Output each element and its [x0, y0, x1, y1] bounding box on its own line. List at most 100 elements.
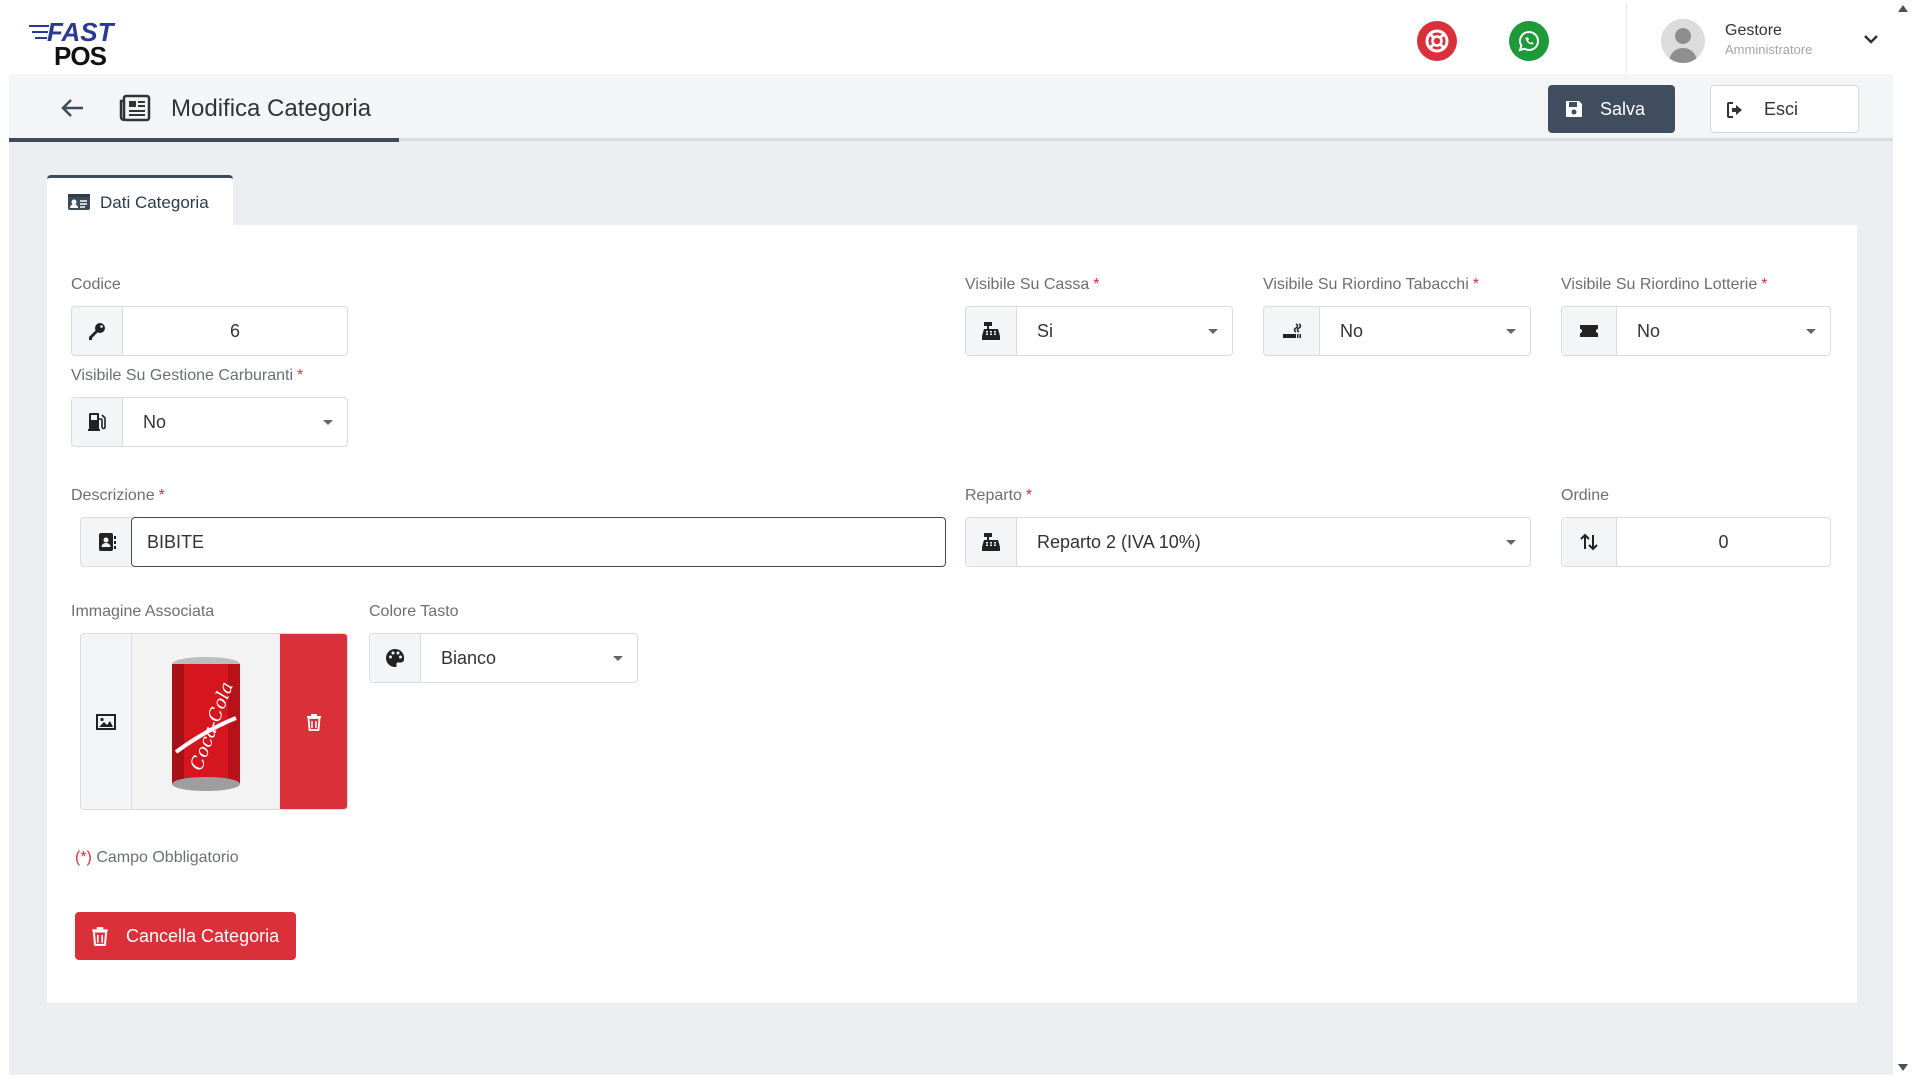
visibile-tabacchi-value: No [1340, 320, 1364, 341]
visibile-cassa-label: Visibile Su Cassa * [965, 276, 1100, 293]
immagine-field: Coca-Cola [80, 633, 348, 810]
page-title: Modifica Categoria [171, 95, 372, 122]
codice-addon [72, 307, 123, 355]
trash-icon [92, 927, 108, 946]
ordine-label: Ordine [1561, 487, 1610, 504]
palette-icon [386, 648, 405, 667]
cash-register-icon [982, 533, 1000, 551]
title-underline [9, 138, 399, 142]
cola-can-image[interactable]: Coca-Cola [132, 634, 280, 809]
exit-label: Esci [1764, 98, 1799, 119]
caret-down-icon [1806, 329, 1816, 334]
tab-dati-categoria[interactable]: Dati Categoria [47, 175, 233, 227]
caret-down-icon [1506, 540, 1516, 545]
visibile-tabacchi-value-box[interactable]: No [1320, 307, 1530, 355]
visibile-carburanti-value-box[interactable]: No [123, 398, 347, 446]
visibile-cassa-value-box[interactable]: Si [1017, 307, 1232, 355]
ordine-input[interactable]: 0 [1617, 518, 1830, 566]
visibile-carburanti-addon [72, 398, 123, 446]
descrizione-addon [80, 517, 132, 567]
footnote-text: Campo Obbligatorio [91, 849, 239, 866]
descrizione-label: Descrizione * [71, 487, 165, 504]
required-footnote: (*) Campo Obbligatorio [75, 849, 239, 867]
reparto-label: Reparto * [965, 487, 1033, 504]
cash-register-icon [982, 322, 1000, 340]
floppy-disk-icon [1566, 101, 1582, 117]
logo-speed-line [29, 25, 49, 27]
cola-can-picture: Coca-Cola [132, 634, 280, 809]
title-bar: Modifica Categoria Salva Esci [9, 74, 1893, 142]
required-marker: (*) [75, 849, 92, 866]
save-button[interactable]: Salva [1548, 85, 1675, 133]
ordine-addon [1562, 518, 1617, 566]
chevron-down-icon[interactable] [1861, 29, 1881, 49]
delete-category-label: Cancella Categoria [126, 926, 280, 946]
whatsapp-button[interactable] [1509, 21, 1549, 61]
reparto-addon [966, 518, 1017, 566]
codice-label: Codice [71, 276, 121, 293]
scroll-up-arrow-icon[interactable] [1898, 5, 1908, 12]
immagine-label: Immagine Associata [71, 603, 215, 620]
address-book-icon [98, 533, 116, 551]
logo-text-pos: POS [54, 41, 107, 71]
save-label: Salva [1600, 98, 1646, 119]
caret-down-icon [613, 656, 623, 661]
newspaper-icon [119, 94, 151, 122]
visibile-lotterie-select[interactable]: No [1561, 306, 1831, 356]
reparto-select[interactable]: Reparto 2 (IVA 10%) [965, 517, 1531, 567]
codice-field[interactable]: 6 [71, 306, 348, 356]
page: FAST POS Gestore Amministratore Modifica… [9, 3, 1893, 1075]
visibile-tabacchi-select[interactable]: No [1263, 306, 1531, 356]
caret-down-icon [1506, 329, 1516, 334]
user-role: Amministratore [1725, 42, 1813, 57]
ticket-icon [1580, 325, 1598, 337]
visibile-tabacchi-addon [1264, 307, 1320, 355]
tab-label: Dati Categoria [100, 193, 209, 212]
colore-value-box[interactable]: Bianco [421, 634, 637, 682]
app-window: FAST POS Gestore Amministratore Modifica… [0, 0, 1920, 1080]
codice-input[interactable]: 6 [123, 307, 347, 355]
logo-speed-line [32, 31, 48, 33]
colore-addon [370, 634, 421, 682]
remove-image-button[interactable] [280, 634, 347, 809]
trash-icon [306, 713, 321, 731]
scroll-down-arrow-icon[interactable] [1898, 1064, 1908, 1071]
visibile-lotterie-addon [1562, 307, 1617, 355]
whatsapp-icon [1518, 30, 1539, 52]
exit-button[interactable]: Esci [1710, 85, 1859, 133]
colore-select[interactable]: Bianco [369, 633, 638, 683]
ordine-field[interactable]: 0 [1561, 517, 1831, 567]
help-button[interactable] [1417, 21, 1457, 61]
user-silhouette-icon [1661, 19, 1705, 63]
fastpos-logo[interactable]: FAST POS [29, 17, 129, 71]
lifebuoy-icon [1425, 29, 1449, 53]
descrizione-input[interactable]: BIBITE [131, 517, 946, 567]
colore-value: Bianco [441, 647, 497, 668]
delete-category-button[interactable]: Cancella Categoria [75, 912, 296, 960]
visibile-carburanti-label: Visibile Su Gestione Carburanti * [71, 367, 304, 384]
avatar[interactable] [1661, 19, 1705, 63]
user-name[interactable]: Gestore [1725, 22, 1782, 40]
visibile-tabacchi-label: Visibile Su Riordino Tabacchi * [1263, 276, 1479, 293]
image-icon [96, 713, 116, 730]
visibile-lotterie-label: Visibile Su Riordino Lotterie * [1561, 276, 1768, 293]
gas-pump-icon [88, 413, 106, 431]
visibile-cassa-select[interactable]: Si [965, 306, 1233, 356]
colore-label: Colore Tasto [369, 603, 459, 620]
sort-arrows-icon [1580, 533, 1598, 551]
sign-out-icon [1727, 102, 1742, 118]
logo-speed-line [35, 37, 47, 39]
id-card-icon [68, 194, 90, 210]
back-arrow-icon[interactable] [59, 94, 87, 122]
visibile-cassa-value: Si [1037, 320, 1054, 341]
visibile-carburanti-value: No [143, 411, 167, 432]
immagine-addon [81, 634, 132, 809]
reparto-value-box[interactable]: Reparto 2 (IVA 10%) [1017, 518, 1530, 566]
top-bar: FAST POS Gestore Amministratore [9, 3, 1893, 74]
descrizione-value: BIBITE [147, 531, 205, 552]
user-divider [1626, 3, 1627, 74]
visibile-carburanti-select[interactable]: No [71, 397, 348, 447]
vertical-scrollbar[interactable] [1893, 3, 1911, 1075]
visibile-lotterie-value-box[interactable]: No [1617, 307, 1830, 355]
key-icon [89, 323, 105, 340]
